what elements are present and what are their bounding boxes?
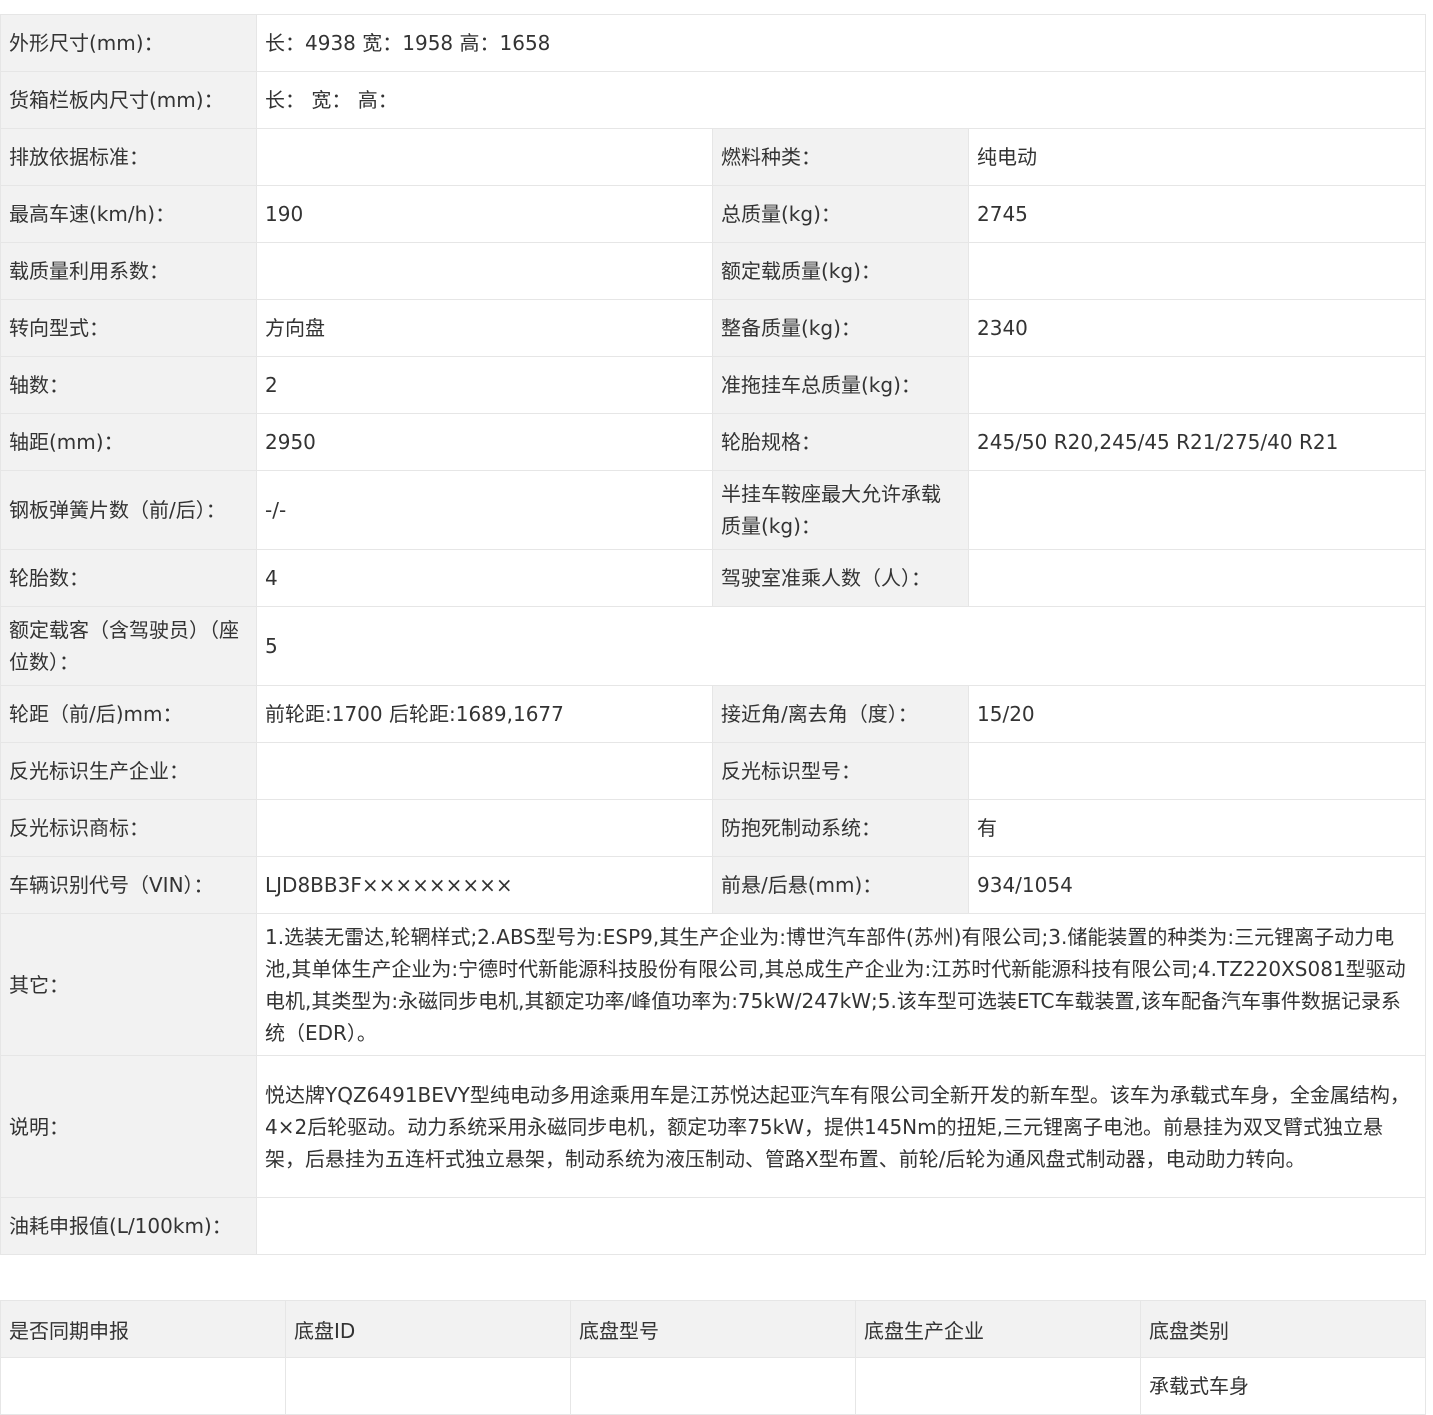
row-vin: 车辆识别代号（VIN）： LJD8BB3F××××××××× 前悬/后悬(mm)… xyxy=(0,856,1427,914)
value-tire-count: 4 xyxy=(256,549,713,607)
value-axles: 2 xyxy=(256,356,713,414)
label-cargo-box: 货箱栏板内尺寸(mm)： xyxy=(0,71,257,129)
label-axles: 轴数： xyxy=(0,356,257,414)
row-emission-fuel: 排放依据标准： 燃料种类： 纯电动 xyxy=(0,128,1427,186)
value-cab-passengers xyxy=(967,549,1427,607)
chassis-header-concurrent: 是否同期申报 xyxy=(0,1300,286,1358)
label-saddle-load: 半挂车鞍座最大允许承载质量(kg)： xyxy=(712,470,969,550)
label-curb-mass: 整备质量(kg)： xyxy=(712,299,969,357)
label-vin: 车辆识别代号（VIN）： xyxy=(0,856,257,914)
value-reflector-model xyxy=(967,742,1427,800)
chassis-cell-model xyxy=(570,1357,856,1415)
value-trailer-mass xyxy=(967,356,1427,414)
label-wheelbase: 轴距(mm)： xyxy=(0,413,257,471)
label-overhang: 前悬/后悬(mm)： xyxy=(712,856,969,914)
value-dimensions: 长：4938 宽：1958 高：1658 xyxy=(255,14,1427,72)
value-description: 悦达牌YQZ6491BEVY型纯电动多用途乘用车是江苏悦达起亚汽车有限公司全新开… xyxy=(255,1055,1427,1198)
table-row: 承载式车身 xyxy=(0,1357,1426,1415)
label-other: 其它： xyxy=(0,913,257,1056)
chassis-header-maker: 底盘生产企业 xyxy=(855,1300,1141,1358)
value-leaf-springs: -/- xyxy=(256,470,713,550)
row-fuel-consumption: 油耗申报值(L/100km)： xyxy=(0,1197,1427,1255)
value-saddle-load xyxy=(967,470,1427,550)
value-vin: LJD8BB3F××××××××× xyxy=(256,856,713,914)
label-seats: 额定载客（含驾驶员）（座位数）： xyxy=(0,606,257,686)
value-tire-spec: 245/50 R20,245/45 R21/275/40 R21 xyxy=(967,413,1427,471)
label-emission-std: 排放依据标准： xyxy=(0,128,257,186)
value-angles: 15/20 xyxy=(967,685,1427,743)
row-axles: 轴数： 2 准拖挂车总质量(kg)： xyxy=(0,356,1427,414)
label-steering: 转向型式： xyxy=(0,299,257,357)
label-track: 轮距（前/后)mm： xyxy=(0,685,257,743)
spec-table: 外形尺寸(mm)： 长：4938 宽：1958 高：1658 货箱栏板内尺寸(m… xyxy=(0,14,1427,1255)
chassis-header-row: 是否同期申报 底盘ID 底盘型号 底盘生产企业 底盘类别 xyxy=(0,1300,1426,1358)
label-reflector-model: 反光标识型号： xyxy=(712,742,969,800)
label-description: 说明： xyxy=(0,1055,257,1198)
label-leaf-springs: 钢板弹簧片数（前/后）： xyxy=(0,470,257,550)
value-load-factor xyxy=(256,242,713,300)
row-cargo-box: 货箱栏板内尺寸(mm)： 长： 宽： 高： xyxy=(0,71,1427,129)
row-seats: 额定载客（含驾驶员）（座位数）： 5 xyxy=(0,606,1427,686)
value-seats: 5 xyxy=(255,606,1427,686)
row-description: 说明： 悦达牌YQZ6491BEVY型纯电动多用途乘用车是江苏悦达起亚汽车有限公… xyxy=(0,1055,1427,1198)
value-cargo-box: 长： 宽： 高： xyxy=(255,71,1427,129)
chassis-cell-concurrent xyxy=(0,1357,286,1415)
row-track: 轮距（前/后)mm： 前轮距:1700 后轮距:1689,1677 接近角/离去… xyxy=(0,685,1427,743)
value-curb-mass: 2340 xyxy=(967,299,1427,357)
label-reflector-maker: 反光标识生产企业： xyxy=(0,742,257,800)
label-fuel-consumption: 油耗申报值(L/100km)： xyxy=(0,1197,257,1255)
label-rated-load: 额定载质量(kg)： xyxy=(712,242,969,300)
value-reflector-brand xyxy=(256,799,713,857)
label-angles: 接近角/离去角（度）： xyxy=(712,685,969,743)
row-reflector: 反光标识生产企业： 反光标识型号： xyxy=(0,742,1427,800)
label-tire-spec: 轮胎规格： xyxy=(712,413,969,471)
value-reflector-maker xyxy=(256,742,713,800)
label-abs: 防抱死制动系统： xyxy=(712,799,969,857)
row-tire-count: 轮胎数： 4 驾驶室准乘人数（人）： xyxy=(0,549,1427,607)
value-total-mass: 2745 xyxy=(967,185,1427,243)
label-max-speed: 最高车速(km/h)： xyxy=(0,185,257,243)
value-abs: 有 xyxy=(967,799,1427,857)
value-rated-load xyxy=(967,242,1427,300)
row-load: 载质量利用系数： 额定载质量(kg)： xyxy=(0,242,1427,300)
value-fuel-type: 纯电动 xyxy=(967,128,1427,186)
value-steering: 方向盘 xyxy=(256,299,713,357)
chassis-header-model: 底盘型号 xyxy=(570,1300,856,1358)
row-other: 其它： 1.选装无雷达,轮辋样式;2.ABS型号为:ESP9,其生产企业为:博世… xyxy=(0,913,1427,1056)
row-wheelbase: 轴距(mm)： 2950 轮胎规格： 245/50 R20,245/45 R21… xyxy=(0,413,1427,471)
row-leaf-springs: 钢板弹簧片数（前/后）： -/- 半挂车鞍座最大允许承载质量(kg)： xyxy=(0,470,1427,550)
value-other: 1.选装无雷达,轮辋样式;2.ABS型号为:ESP9,其生产企业为:博世汽车部件… xyxy=(255,913,1427,1056)
row-dimensions: 外形尺寸(mm)： 长：4938 宽：1958 高：1658 xyxy=(0,14,1427,72)
label-tire-count: 轮胎数： xyxy=(0,549,257,607)
value-max-speed: 190 xyxy=(256,185,713,243)
label-reflector-brand: 反光标识商标： xyxy=(0,799,257,857)
label-fuel-type: 燃料种类： xyxy=(712,128,969,186)
chassis-cell-maker xyxy=(855,1357,1141,1415)
chassis-cell-id xyxy=(285,1357,571,1415)
value-track: 前轮距:1700 后轮距:1689,1677 xyxy=(256,685,713,743)
row-steering: 转向型式： 方向盘 整备质量(kg)： 2340 xyxy=(0,299,1427,357)
chassis-header-category: 底盘类别 xyxy=(1140,1300,1426,1358)
value-wheelbase: 2950 xyxy=(256,413,713,471)
chassis-table: 是否同期申报 底盘ID 底盘型号 底盘生产企业 底盘类别 承载式车身 xyxy=(0,1300,1426,1415)
value-overhang: 934/1054 xyxy=(967,856,1427,914)
row-speed-mass: 最高车速(km/h)： 190 总质量(kg)： 2745 xyxy=(0,185,1427,243)
chassis-header-id: 底盘ID xyxy=(285,1300,571,1358)
value-fuel-consumption xyxy=(255,1197,1427,1255)
value-emission-std xyxy=(256,128,713,186)
chassis-cell-category: 承载式车身 xyxy=(1140,1357,1426,1415)
label-load-factor: 载质量利用系数： xyxy=(0,242,257,300)
label-total-mass: 总质量(kg)： xyxy=(712,185,969,243)
label-cab-passengers: 驾驶室准乘人数（人）： xyxy=(712,549,969,607)
label-trailer-mass: 准拖挂车总质量(kg)： xyxy=(712,356,969,414)
label-dimensions: 外形尺寸(mm)： xyxy=(0,14,257,72)
row-reflector-brand: 反光标识商标： 防抱死制动系统： 有 xyxy=(0,799,1427,857)
